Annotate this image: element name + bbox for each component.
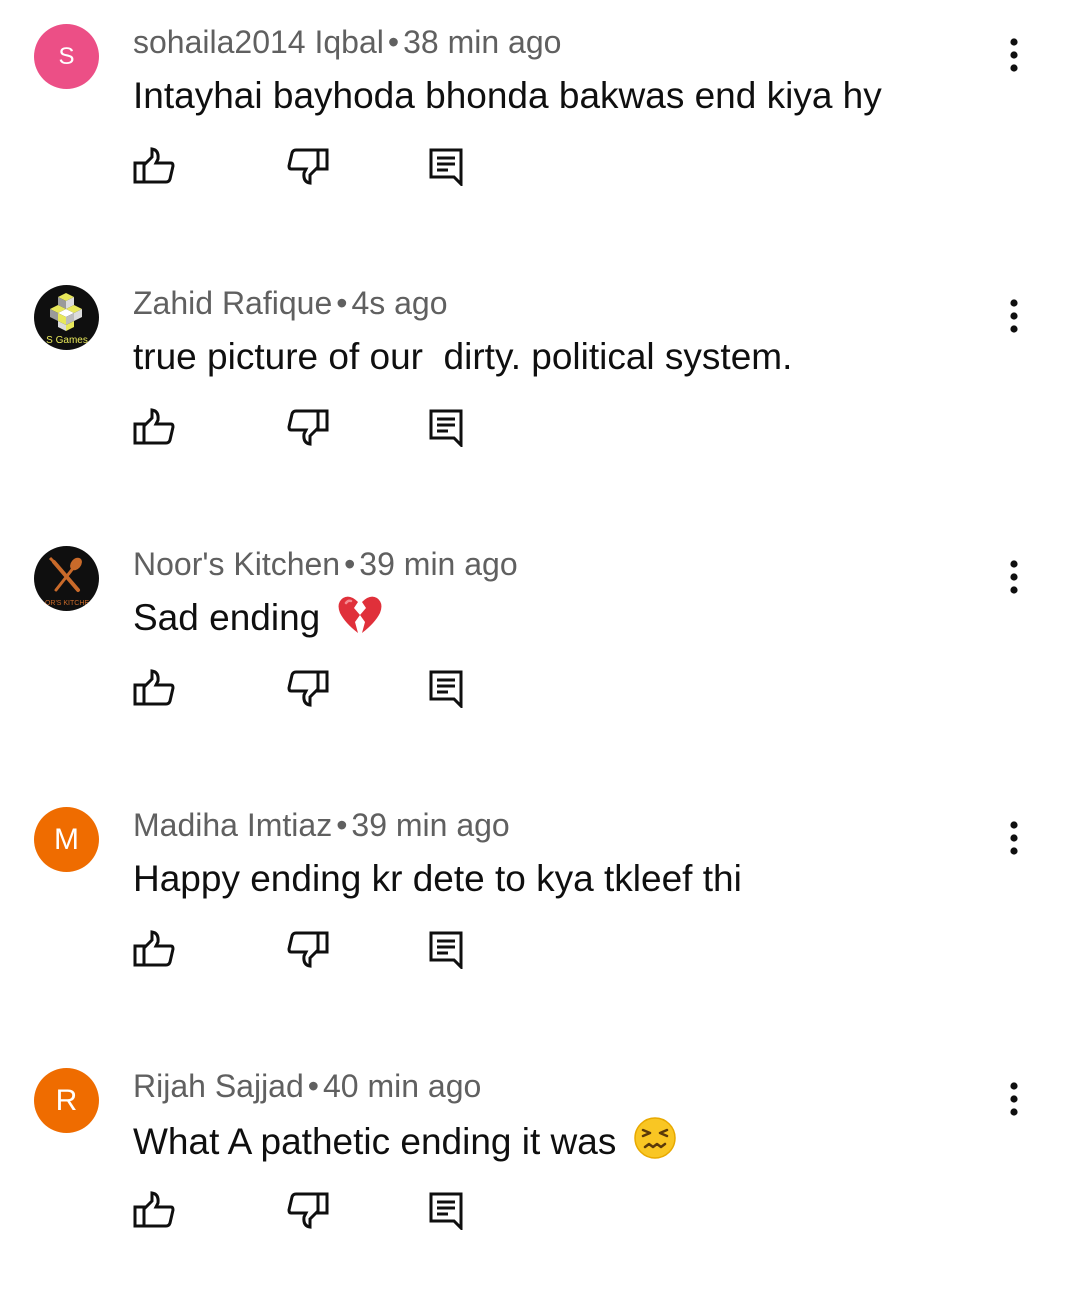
- like-button[interactable]: [130, 1186, 178, 1234]
- comment-meta: sohaila2014 Iqbal • 38 min ago: [133, 20, 561, 64]
- reply-comment-icon: [429, 1192, 463, 1230]
- comment-item: S Games Zahid Rafique • 4s ago true pictur…: [0, 261, 1080, 522]
- comment-text-line: What A pathetic ending it was: [133, 1116, 677, 1166]
- comment-item: S sohaila2014 Iqbal • 38 min ago Intayhai …: [0, 0, 1080, 261]
- meta-separator: •: [336, 285, 348, 321]
- more-options-button[interactable]: [994, 803, 1034, 873]
- comment-time: 39 min ago: [351, 807, 510, 843]
- comment-item: M Madiha Imtiaz • 39 min ago Happy ending …: [0, 783, 1080, 1044]
- thumb-down-icon: [287, 670, 329, 707]
- avatar-label: OR'S KITCHE: [45, 600, 89, 607]
- dislike-button[interactable]: [284, 403, 332, 451]
- thumb-down-icon: [287, 1192, 329, 1229]
- broken-heart-icon: [338, 596, 381, 633]
- meta-separator: •: [307, 1068, 319, 1104]
- dislike-button[interactable]: [284, 925, 332, 973]
- author-name[interactable]: Rijah Sajjad: [133, 1068, 304, 1104]
- meta-separator: •: [344, 546, 356, 582]
- confounded-face-icon: [633, 1117, 676, 1159]
- avatar-letter: M: [54, 822, 79, 856]
- thumb-down-icon: [287, 409, 329, 446]
- reply-comment-icon: [429, 148, 463, 186]
- reply-comment-icon: [429, 670, 463, 708]
- like-button[interactable]: [130, 142, 178, 190]
- author-name[interactable]: Madiha Imtiaz: [133, 807, 332, 843]
- cube-logo-icon: S Games: [46, 293, 88, 346]
- like-button[interactable]: [130, 664, 178, 712]
- avatar-label: S Games: [46, 335, 88, 346]
- comment-text: What A pathetic ending it was: [133, 1121, 617, 1162]
- kitchen-utensils-icon: OR'S KITCHE: [45, 556, 89, 607]
- thumb-down-icon: [287, 931, 329, 968]
- avatar[interactable]: M: [34, 807, 99, 872]
- dislike-button[interactable]: [284, 1186, 332, 1234]
- meta-separator: •: [387, 24, 400, 60]
- more-options-button[interactable]: [994, 20, 1034, 90]
- more-vert-icon: [1010, 1082, 1018, 1116]
- avatar[interactable]: OR'S KITCHE: [34, 546, 99, 611]
- dislike-button[interactable]: [284, 142, 332, 190]
- thumb-up-icon: [133, 408, 175, 445]
- author-name[interactable]: sohaila2014 Iqbal: [133, 24, 384, 60]
- comment-text: Intayhai bayhoda bhonda bakwas end kiya …: [133, 75, 882, 116]
- comment-text: true picture of our dirty. political sys…: [133, 336, 793, 377]
- comment-item: OR'S KITCHE Noor's Kitchen • 39 min ago Sa…: [0, 522, 1080, 783]
- reply-button[interactable]: [422, 1186, 470, 1234]
- more-vert-icon: [1010, 299, 1018, 333]
- reply-button[interactable]: [422, 925, 470, 973]
- more-options-button[interactable]: [994, 542, 1034, 612]
- avatar[interactable]: R: [34, 1068, 99, 1133]
- reply-button[interactable]: [422, 664, 470, 712]
- comment-meta: Zahid Rafique • 4s ago: [133, 281, 448, 325]
- more-vert-icon: [1010, 560, 1018, 594]
- thumb-up-icon: [133, 930, 175, 967]
- comment-meta: Madiha Imtiaz • 39 min ago: [133, 803, 510, 847]
- author-name[interactable]: Noor's Kitchen: [133, 546, 340, 582]
- author-name[interactable]: Zahid Rafique: [133, 285, 332, 321]
- comment-text: Sad ending: [133, 597, 321, 638]
- reply-button[interactable]: [422, 403, 470, 451]
- comment-text: Happy ending kr dete to kya tkleef thi: [133, 858, 742, 899]
- more-options-button[interactable]: [994, 281, 1034, 351]
- more-vert-icon: [1010, 38, 1018, 72]
- more-vert-icon: [1010, 821, 1018, 855]
- comment-text-line: Sad ending: [133, 594, 383, 642]
- dislike-button[interactable]: [284, 664, 332, 712]
- avatar-letter: R: [55, 1083, 78, 1117]
- like-button[interactable]: [130, 925, 178, 973]
- reply-comment-icon: [429, 409, 463, 447]
- comment-item: R Rijah Sajjad • 40 min ago What A patheti…: [0, 1044, 1080, 1305]
- comment-meta: Rijah Sajjad • 40 min ago: [133, 1064, 481, 1108]
- comment-time: 4s ago: [351, 285, 448, 321]
- thumb-up-icon: [133, 669, 175, 706]
- more-options-button[interactable]: [994, 1064, 1034, 1134]
- meta-separator: •: [336, 807, 348, 843]
- comment-meta: Noor's Kitchen • 39 min ago: [133, 542, 518, 586]
- avatar-letter: S: [58, 42, 75, 70]
- thumb-up-icon: [133, 147, 175, 184]
- thumb-up-icon: [133, 1191, 175, 1228]
- like-button[interactable]: [130, 403, 178, 451]
- reply-comment-icon: [429, 931, 463, 969]
- reply-button[interactable]: [422, 142, 470, 190]
- avatar[interactable]: S: [34, 24, 99, 89]
- thumb-down-icon: [287, 148, 329, 185]
- avatar[interactable]: S Games: [34, 285, 99, 350]
- comment-time: 38 min ago: [403, 24, 562, 60]
- comment-time: 40 min ago: [322, 1068, 482, 1104]
- comment-time: 39 min ago: [359, 546, 518, 582]
